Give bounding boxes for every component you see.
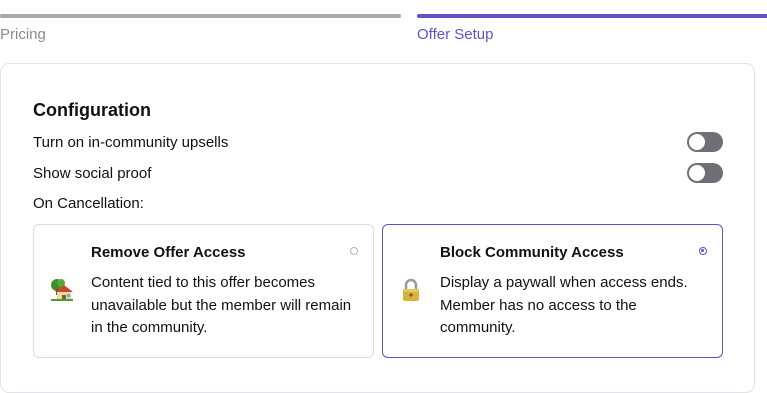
option-description: Content tied to this offer becomes unava…	[91, 274, 352, 336]
remove-offer-access-option[interactable]: Remove Offer Access Content tied to this…	[33, 224, 374, 358]
block-community-access-option[interactable]: Block Community Access Display a paywall…	[382, 224, 723, 358]
option-title: Block Community Access	[440, 244, 624, 261]
section-title: Configuration	[33, 100, 151, 120]
on-cancellation-label: On Cancellation:	[33, 195, 144, 212]
step-progress-bar	[417, 14, 767, 18]
house-with-garden-icon	[51, 279, 73, 301]
option-description: Display a paywall when access ends. Memb…	[440, 274, 688, 336]
option-title: Remove Offer Access	[91, 244, 246, 261]
step-label: Pricing	[0, 26, 46, 43]
option-radio[interactable]	[350, 247, 358, 255]
toggle-knob	[689, 165, 705, 181]
upsells-toggle[interactable]	[687, 132, 723, 152]
step-pricing[interactable]: Pricing	[0, 14, 401, 43]
option-radio-selected[interactable]	[699, 247, 707, 255]
step-offer-setup[interactable]: Offer Setup	[417, 14, 767, 43]
social-proof-toggle-label: Show social proof	[33, 165, 152, 182]
social-proof-toggle[interactable]	[687, 163, 723, 183]
step-label: Offer Setup	[417, 26, 494, 43]
upsells-toggle-label: Turn on in-community upsells	[33, 134, 229, 151]
lock-icon	[403, 278, 419, 301]
step-progress-bar	[0, 14, 401, 18]
toggle-knob	[689, 134, 705, 150]
